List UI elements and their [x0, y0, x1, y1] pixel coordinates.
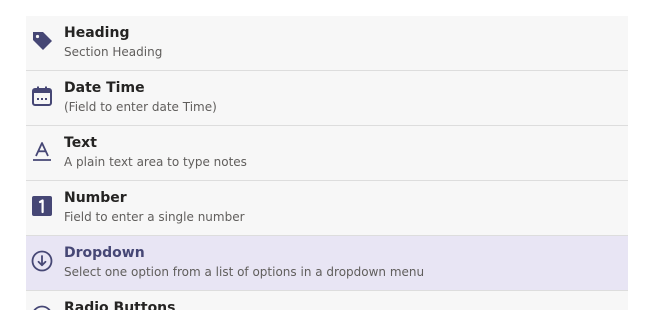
radio-icon	[30, 304, 54, 310]
field-option-title: Number	[64, 190, 127, 206]
text-icon	[30, 139, 54, 163]
field-option-heading[interactable]: Heading Section Heading	[26, 16, 628, 71]
field-option-number[interactable]: Number Field to enter a single number	[26, 181, 628, 236]
field-option-radio-buttons[interactable]: Radio Buttons	[26, 291, 628, 310]
field-option-date-time[interactable]: Date Time (Field to enter date Time)	[26, 71, 628, 126]
field-option-dropdown[interactable]: Dropdown Select one option from a list o…	[26, 236, 628, 291]
field-option-description: A plain text area to type notes	[64, 155, 247, 169]
field-option-description: Section Heading	[64, 45, 163, 59]
field-option-title: Dropdown	[64, 245, 145, 261]
calendar-icon	[30, 84, 54, 108]
field-type-list: Heading Section Heading Date Time (Field…	[26, 16, 628, 310]
field-option-description: Select one option from a list of options…	[64, 265, 425, 279]
field-option-title: Radio Buttons	[64, 300, 176, 310]
field-option-title: Text	[64, 135, 97, 151]
field-option-title: Heading	[64, 25, 130, 41]
field-option-description: Field to enter a single number	[64, 210, 245, 224]
field-option-title: Date Time	[64, 80, 145, 96]
field-option-description: (Field to enter date Time)	[64, 100, 217, 114]
number-icon	[30, 194, 54, 218]
tag-icon	[30, 29, 54, 53]
dropdown-icon	[30, 249, 54, 273]
field-option-text[interactable]: Text A plain text area to type notes	[26, 126, 628, 181]
